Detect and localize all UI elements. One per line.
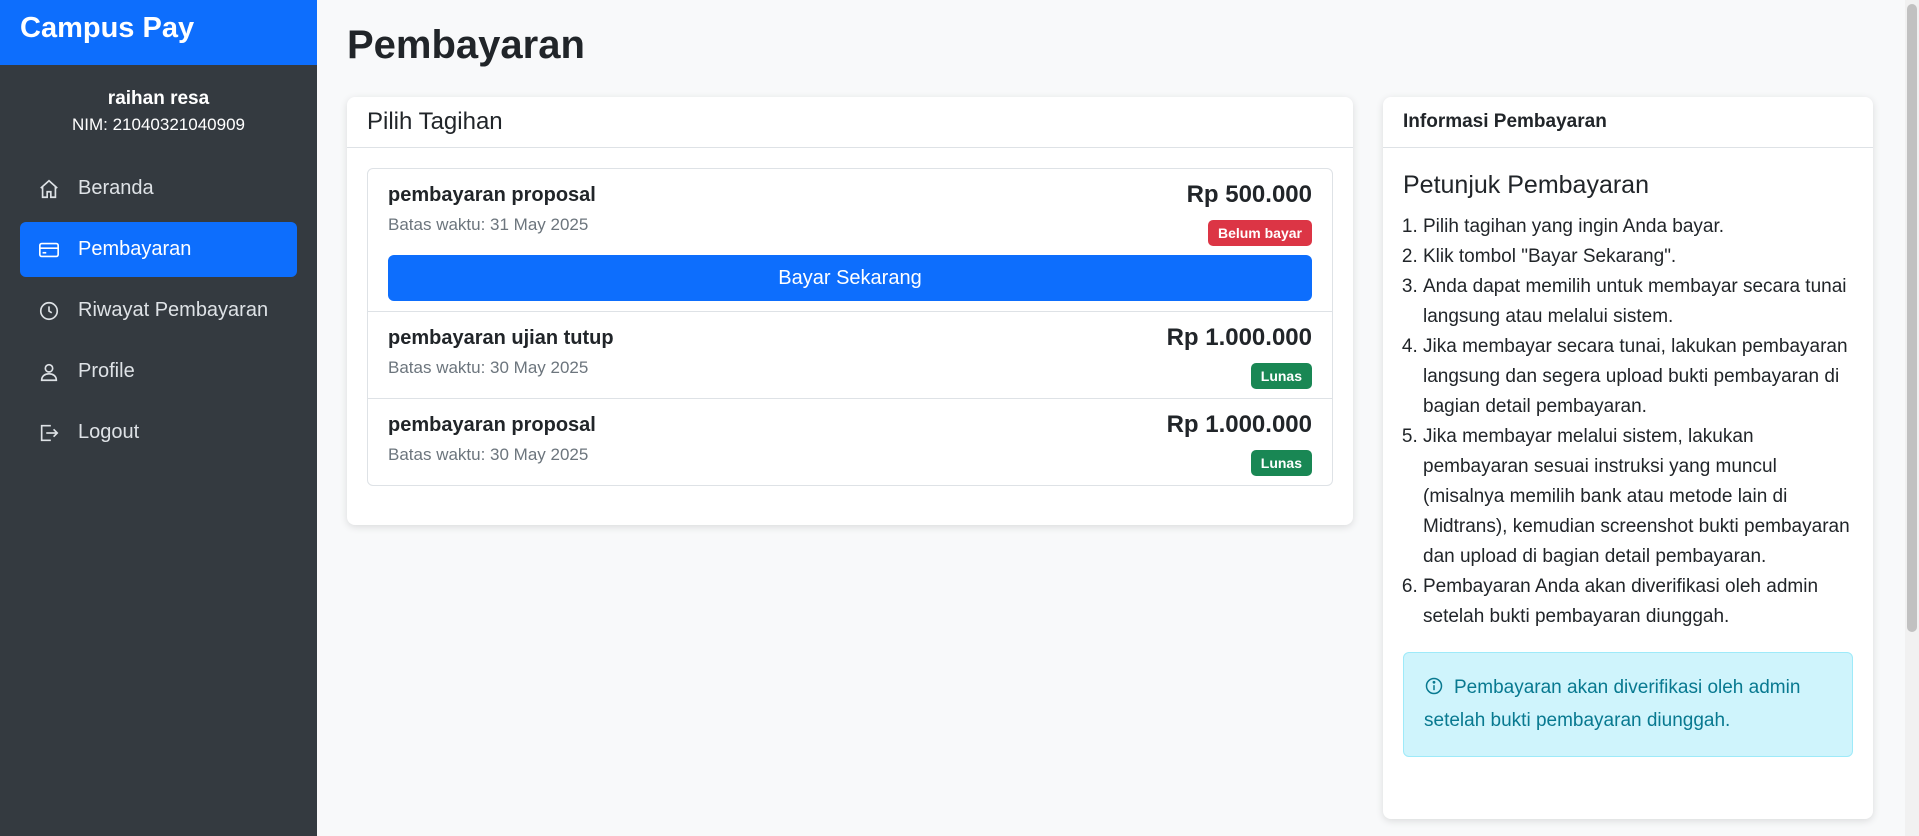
sidebar-nav: Beranda Pembayaran Riwayat Pembayaran Pr… [0,161,317,460]
sidebar: Campus Pay raihan resa NIM: 210403210409… [0,0,317,836]
bill-item[interactable]: pembayaran proposal Batas waktu: 31 May … [368,169,1332,312]
page-title: Pembayaran [347,23,585,67]
status-badge: Lunas [1250,450,1312,476]
pay-now-button[interactable]: Bayar Sekarang [388,255,1312,301]
bill-item[interactable]: pembayaran proposal Batas waktu: 30 May … [368,399,1332,485]
sidebar-item-pembayaran[interactable]: Pembayaran [20,222,297,277]
credit-card-icon [38,239,60,261]
instructions-list: Pilih tagihan yang ingin Anda bayar. Kli… [1403,212,1853,632]
instruction-step: Anda dapat memilih untuk membayar secara… [1423,272,1853,332]
bill-selection-card: Pilih Tagihan pembayaran proposal Batas … [347,97,1353,525]
clock-icon [38,300,60,322]
info-card-header: Informasi Pembayaran [1383,97,1873,148]
alert-text: Pembayaran akan diverifikasi oleh admin … [1424,677,1801,731]
status-badge: Belum bayar [1207,220,1312,246]
info-body: Petunjuk Pembayaran Pilih tagihan yang i… [1383,171,1873,757]
info-circle-icon [1424,676,1444,706]
bill-item[interactable]: pembayaran ujian tutup Batas waktu: 30 M… [368,312,1332,399]
instruction-step: Pilih tagihan yang ingin Anda bayar. [1423,212,1853,242]
bill-due-date: Batas waktu: 31 May 2025 [388,215,589,234]
sidebar-item-label: Beranda [78,177,154,199]
sidebar-item-profile[interactable]: Profile [20,344,297,399]
bill-title: pembayaran ujian tutup [388,327,614,349]
instruction-step: Klik tombol "Bayar Sekarang". [1423,242,1853,272]
page-scrollbar[interactable] [1905,0,1919,836]
payment-info-card: Informasi Pembayaran Petunjuk Pembayaran… [1383,97,1873,819]
sidebar-item-riwayat[interactable]: Riwayat Pembayaran [20,283,297,338]
bill-due-date: Batas waktu: 30 May 2025 [388,445,589,464]
sidebar-item-label: Logout [78,421,140,443]
bill-amount: Rp 500.000 [1186,181,1312,208]
sidebar-item-logout[interactable]: Logout [20,405,297,460]
bill-due-date: Batas waktu: 30 May 2025 [388,358,589,377]
bill-amount: Rp 1.000.000 [1166,411,1312,438]
instructions-heading: Petunjuk Pembayaran [1403,171,1649,199]
bill-card-header: Pilih Tagihan [347,97,1353,148]
scrollbar-thumb[interactable] [1907,4,1917,632]
status-badge: Lunas [1250,363,1312,389]
main-content: Pembayaran Pilih Tagihan pembayaran prop… [317,0,1919,836]
sidebar-item-label: Riwayat Pembayaran [78,299,269,321]
sidebar-item-label: Profile [78,360,135,382]
user-info: raihan resa NIM: 21040321040909 [0,65,317,137]
verification-alert: Pembayaran akan diverifikasi oleh admin … [1403,652,1853,757]
bill-amount: Rp 1.000.000 [1166,324,1312,351]
sidebar-item-beranda[interactable]: Beranda [20,161,297,216]
instruction-step: Jika membayar secara tunai, lakukan pemb… [1423,332,1853,422]
home-icon [38,178,60,200]
user-name: raihan resa [107,88,210,109]
bill-title: pembayaran proposal [388,414,596,436]
instruction-step: Pembayaran Anda akan diverifikasi oleh a… [1423,572,1853,632]
instruction-step: Jika membayar melalui sistem, lakukan pe… [1423,422,1853,572]
bill-list: pembayaran proposal Batas waktu: 31 May … [367,168,1333,486]
user-icon [38,361,60,383]
sidebar-item-label: Pembayaran [78,238,192,260]
user-nim: NIM: 21040321040909 [72,115,245,134]
bill-title: pembayaran proposal [388,184,596,206]
brand-logo[interactable]: Campus Pay [0,0,317,65]
logout-icon [38,422,60,444]
